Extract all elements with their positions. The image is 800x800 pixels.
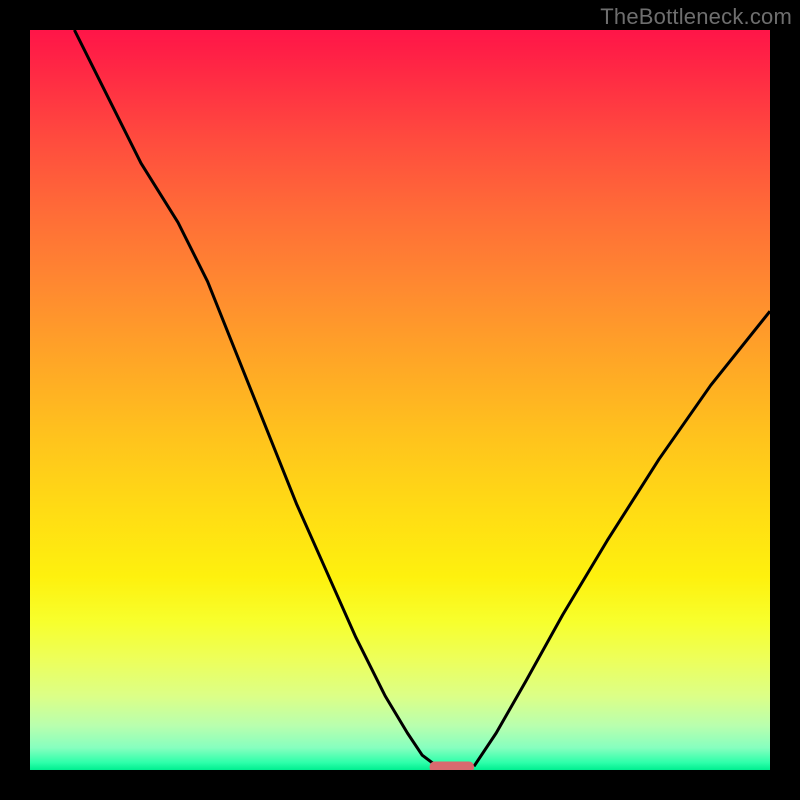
plot-area xyxy=(30,30,770,770)
chart-frame: TheBottleneck.com xyxy=(0,0,800,800)
chart-svg xyxy=(30,30,770,770)
bottleneck-curve-left xyxy=(74,30,437,766)
bottleneck-curve-right xyxy=(474,311,770,766)
optimal-marker xyxy=(430,762,474,771)
watermark-text: TheBottleneck.com xyxy=(600,4,792,30)
